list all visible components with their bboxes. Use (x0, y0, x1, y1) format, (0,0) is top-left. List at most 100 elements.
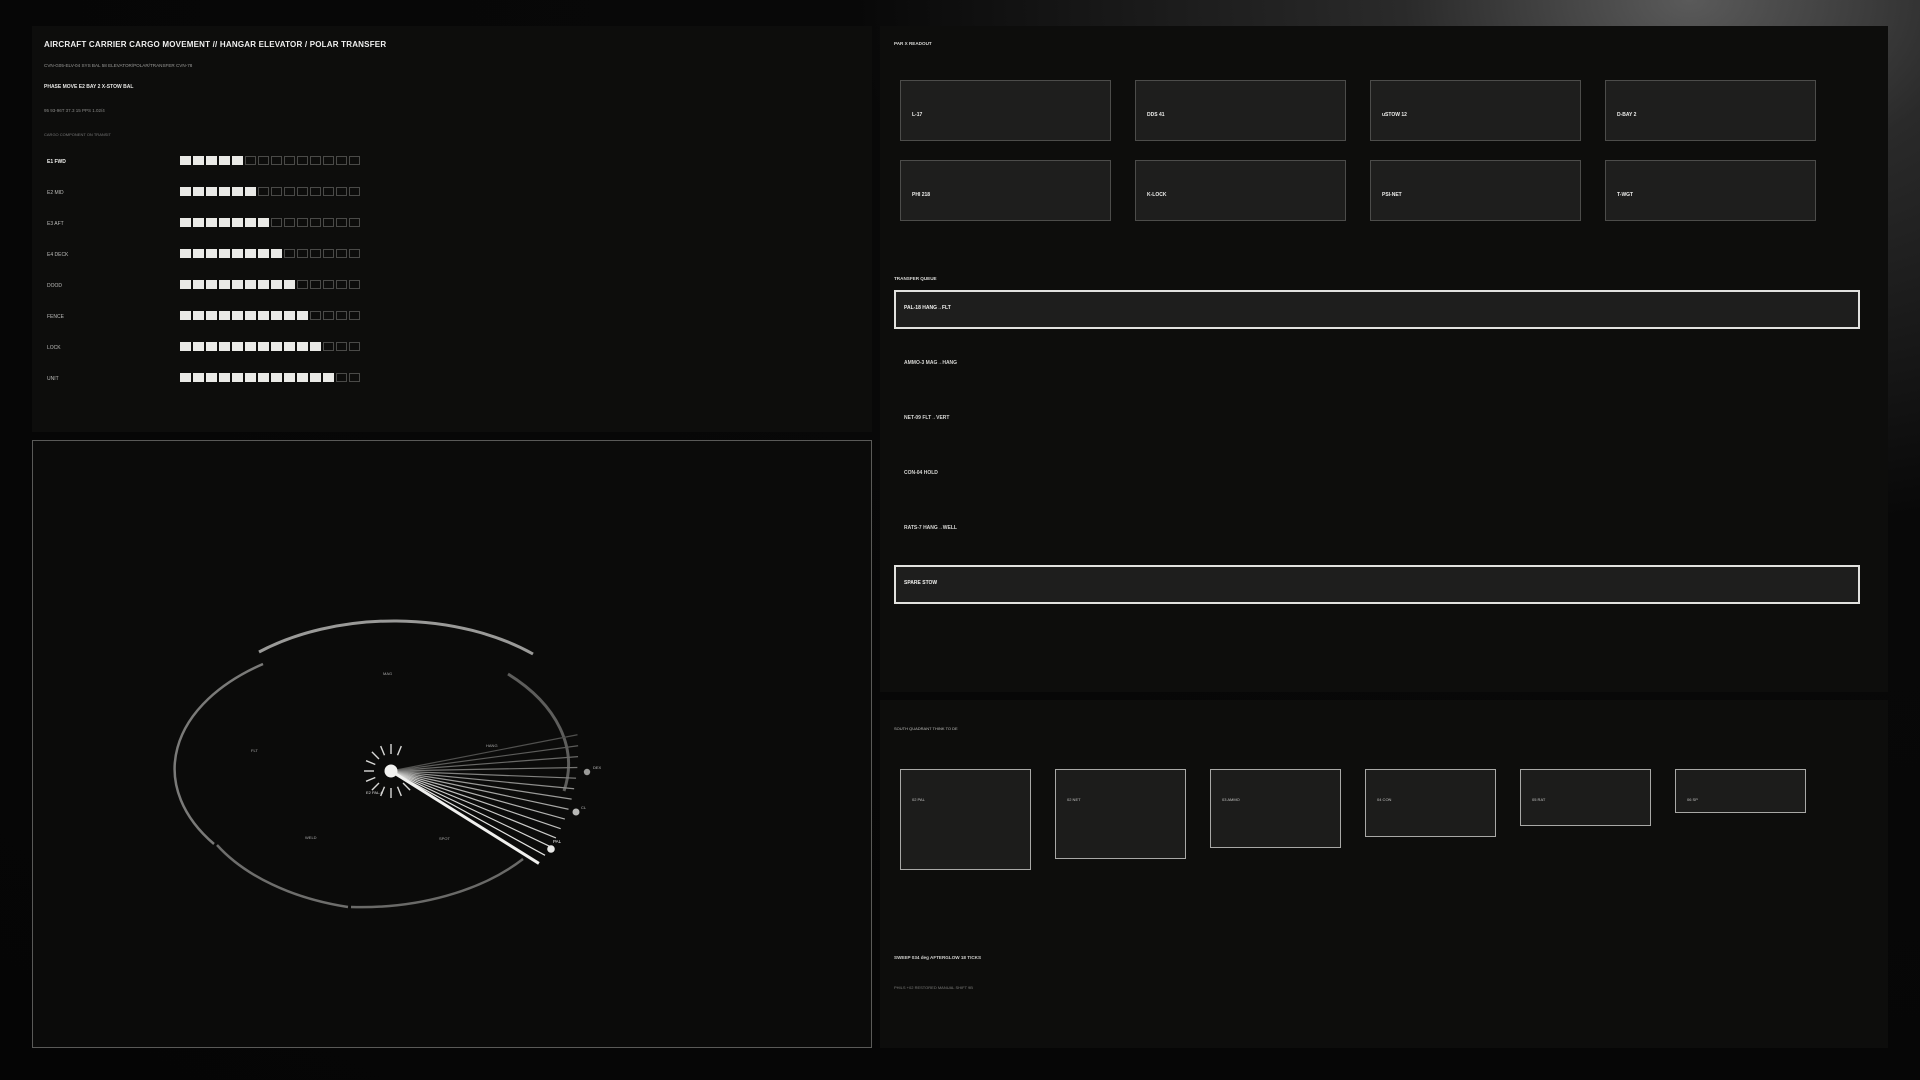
queue-row-label: NET-09 FLT→VERT (904, 415, 950, 421)
progress-cell-filled (232, 311, 243, 320)
quadrant-box-label: 02 NET (1067, 797, 1081, 802)
radar-tick (371, 751, 380, 760)
progress-cell-filled (206, 249, 217, 258)
progress-cell-empty (297, 218, 308, 227)
radar-sweep-lines (390, 734, 579, 865)
progress-cell-empty (271, 218, 282, 227)
progress-cell-filled (310, 373, 321, 382)
page-title: AIRCRAFT CARRIER CARGO MOVEMENT // HANGA… (44, 40, 387, 49)
progress-cell-filled (206, 280, 217, 289)
progress-cell-empty (258, 156, 269, 165)
polar-radar: MAG FLT HANG WELD SPOT E2 PAL-6 DEX CL P… (173, 619, 602, 909)
progress-cell-filled (245, 311, 256, 320)
progress-cell-empty (297, 187, 308, 196)
progress-cell-filled (232, 187, 243, 196)
queue-label: TRANSFER QUEUE (894, 276, 937, 281)
ledger-row-e1-fwd: E1 FWD (32, 155, 872, 169)
progress-cell-empty (284, 249, 295, 258)
queue-row[interactable]: AMMO-3 MAG→HANG (894, 345, 1860, 384)
radar-label-spot: SPOT (439, 836, 450, 841)
progress-cell-empty (310, 187, 321, 196)
radar-ring-segment (350, 858, 524, 909)
readout-tile-label: DDS 41 (1147, 112, 1165, 118)
progress-cell-filled (284, 342, 295, 351)
ledger-row-label: E2 MID (47, 190, 64, 196)
readout-tile-d-bay-2[interactable]: D-BAY 2 (1605, 80, 1816, 141)
progress-cell-filled (206, 373, 217, 382)
progress-cell-filled (245, 187, 256, 196)
quadrant-box-02-net[interactable]: 02 NET (1055, 769, 1186, 859)
queue-row-label: SPARE STOW (904, 580, 938, 586)
ledger-row-label: LOCK (47, 345, 61, 351)
progress-cell-empty (349, 373, 360, 382)
readout-tile-phi-218[interactable]: PHI 218 (900, 160, 1111, 221)
quadrant-box-label: 05 RAT (1532, 797, 1546, 802)
radar-sweep-line (390, 734, 578, 772)
progress-cells (180, 280, 360, 289)
progress-cell-filled (193, 249, 204, 258)
quadrant-box-05-rat[interactable]: 05 RAT (1520, 769, 1651, 826)
readout-tile-label: PSI-NET (1382, 192, 1402, 198)
readout-tile-t-wgt[interactable]: T-WGT (1605, 160, 1816, 221)
queue-row[interactable]: PAL-18 HANG→FLT (894, 290, 1860, 329)
progress-cell-filled (219, 311, 230, 320)
progress-cell-empty (336, 187, 347, 196)
progress-cells (180, 342, 360, 351)
progress-cell-empty (271, 156, 282, 165)
progress-cell-empty (297, 249, 308, 258)
ledger-row-label: E4 DECK (47, 252, 69, 258)
queue-row[interactable]: RATS-7 HANG→WELL (894, 510, 1860, 549)
progress-cell-filled (245, 342, 256, 351)
radar-label-dex: DEX (593, 765, 602, 770)
ledger-row-e2-mid: E2 MID (32, 186, 872, 200)
progress-cell-empty (336, 342, 347, 351)
progress-cell-filled (206, 187, 217, 196)
quadrant-box-04-con[interactable]: 04 CON (1365, 769, 1496, 837)
ledger-row-label: E1 FWD (47, 159, 66, 165)
progress-cells (180, 156, 360, 165)
progress-cell-empty (284, 187, 295, 196)
radar-hub (384, 764, 398, 778)
queue-row[interactable]: NET-09 FLT→VERT (894, 400, 1860, 439)
progress-cell-empty (349, 311, 360, 320)
progress-cell-empty (323, 311, 334, 320)
quadrant-box-03-ammo[interactable]: 03 AMMO (1210, 769, 1341, 848)
queue-row[interactable]: CON-04 HOLD (894, 455, 1860, 494)
readout-tile-label: T-WGT (1617, 192, 1634, 198)
progress-cell-filled (219, 156, 230, 165)
radar-tick (365, 776, 376, 782)
progress-cell-empty (297, 156, 308, 165)
radar-label-hang: HANG (486, 743, 498, 748)
progress-cell-empty (349, 342, 360, 351)
radar-tick (402, 782, 411, 791)
progress-cell-empty (310, 311, 321, 320)
queue-row[interactable]: SPARE STOW (894, 565, 1860, 604)
progress-cell-filled (219, 187, 230, 196)
readout-tile-dds-41[interactable]: DDS 41 (1135, 80, 1346, 141)
quadrant-box-label: 02 PAL (912, 797, 925, 802)
progress-cell-filled (206, 156, 217, 165)
progress-cell-filled (258, 342, 269, 351)
progress-cell-filled (206, 342, 217, 351)
ledger-row-label: FENCE (47, 314, 64, 320)
progress-cell-filled (193, 218, 204, 227)
progress-cell-empty (258, 187, 269, 196)
readout-tile-ustow-12[interactable]: uSTOW 12 (1370, 80, 1581, 141)
cargo-ledger-panel: AIRCRAFT CARRIER CARGO MOVEMENT // HANGA… (32, 26, 872, 432)
progress-cell-filled (297, 342, 308, 351)
progress-cell-filled (206, 311, 217, 320)
progress-cell-filled (180, 280, 191, 289)
progress-cell-empty (323, 249, 334, 258)
readout-tile-k-lock[interactable]: K-LOCK (1135, 160, 1346, 221)
progress-cell-empty (349, 249, 360, 258)
progress-cell-filled (258, 280, 269, 289)
progress-cells (180, 249, 360, 258)
progress-cell-empty (284, 156, 295, 165)
progress-cell-empty (336, 156, 347, 165)
readout-tile-l-17[interactable]: L-17 (900, 80, 1111, 141)
quadrant-box-02-pal[interactable]: 02 PAL (900, 769, 1031, 870)
quadrant-box-06-sp[interactable]: 06 SP (1675, 769, 1806, 813)
progress-cell-filled (206, 218, 217, 227)
radar-label-left: FLT (251, 748, 258, 753)
readout-tile-psi-net[interactable]: PSI-NET (1370, 160, 1581, 221)
